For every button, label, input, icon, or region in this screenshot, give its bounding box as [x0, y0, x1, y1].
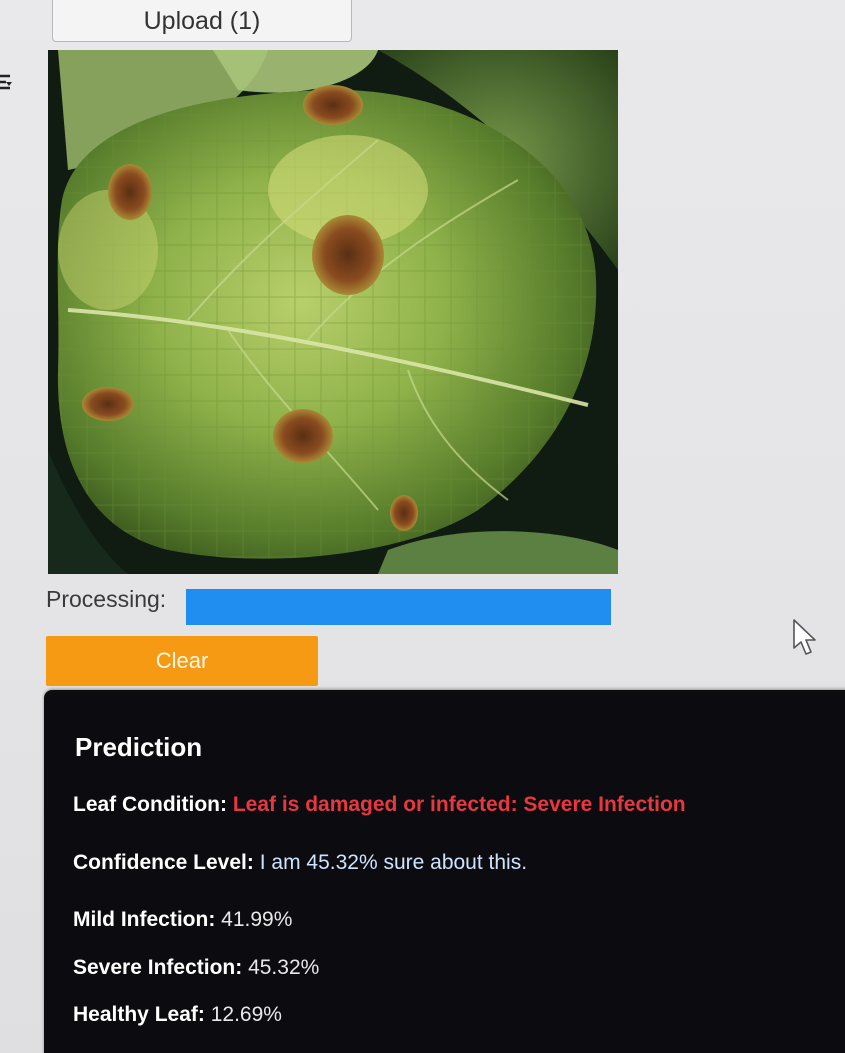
prediction-panel: Prediction Leaf Condition: Leaf is damag…	[44, 690, 845, 1053]
clear-button-label: Clear	[155, 648, 209, 673]
processing-label: Processing:	[46, 586, 167, 612]
result-value: 45.32%	[248, 956, 320, 979]
uploaded-leaf-image	[48, 50, 618, 574]
leaf-condition-row: Leaf Condition: Leaf is damaged or infec…	[73, 793, 686, 817]
result-value: 41.99%	[221, 908, 293, 931]
confidence-row: Confidence Level: I am 45.32% sure about…	[73, 851, 527, 875]
confidence-value: I am 45.32% sure about this.	[259, 851, 528, 874]
leaf-condition-value: Leaf is damaged or infected: Severe Infe…	[232, 793, 686, 816]
result-label: Healthy Leaf:	[73, 1003, 205, 1026]
menu-toggle-icon[interactable]	[0, 68, 18, 102]
result-label: Severe Infection:	[73, 956, 243, 979]
leaf-condition-label: Leaf Condition:	[73, 793, 227, 816]
result-row-severe: Severe Infection: 45.32%	[73, 956, 319, 980]
processing-progress-fill	[186, 589, 611, 625]
result-row-mild: Mild Infection: 41.99%	[73, 908, 292, 932]
clear-button[interactable]: Clear	[46, 636, 318, 686]
prediction-title: Prediction	[75, 732, 203, 762]
result-label: Mild Infection:	[73, 908, 216, 931]
upload-button-label: Upload (1)	[143, 6, 261, 35]
result-value: 12.69%	[210, 1003, 282, 1026]
upload-button[interactable]: Upload (1)	[52, 0, 352, 42]
page: Upload (1) Processing: Clear Prediction …	[0, 0, 845, 1053]
confidence-label: Confidence Level:	[73, 851, 254, 874]
processing-progress-bar	[186, 589, 611, 625]
mouse-cursor-icon	[791, 618, 819, 658]
result-row-healthy: Healthy Leaf: 12.69%	[73, 1003, 282, 1027]
